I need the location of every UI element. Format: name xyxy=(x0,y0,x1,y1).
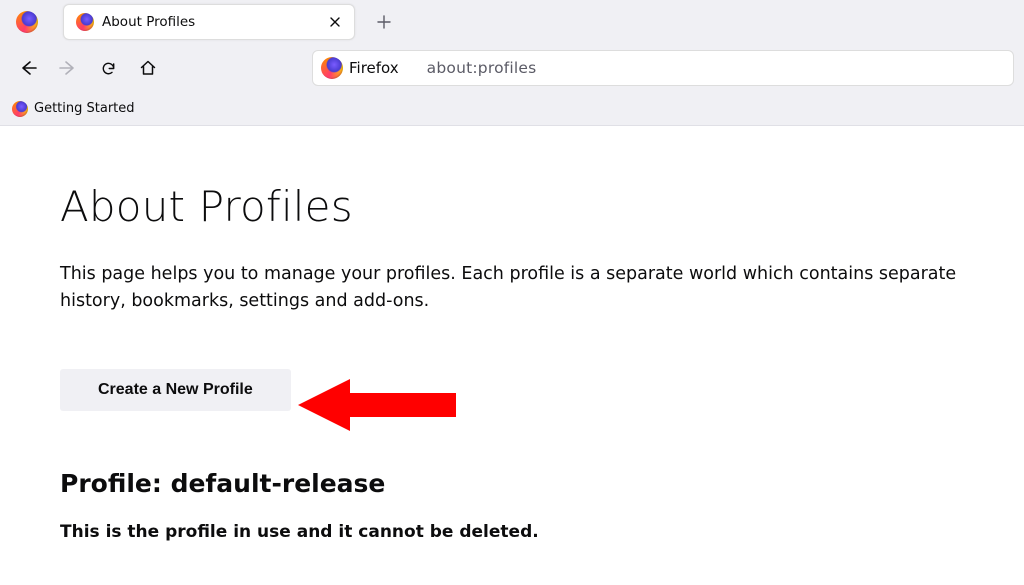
nav-home-button[interactable] xyxy=(130,50,166,86)
nav-reload-button[interactable] xyxy=(90,50,126,86)
browser-tab[interactable]: About Profiles xyxy=(63,4,355,40)
profile-heading: Profile: default-release xyxy=(60,469,1024,498)
url-text: about:profiles xyxy=(427,59,537,77)
firefox-app-icon xyxy=(11,11,43,33)
bookmarks-toolbar: Getting Started xyxy=(0,92,1024,126)
bookmark-getting-started[interactable]: Getting Started xyxy=(12,101,135,117)
tab-strip: About Profiles xyxy=(0,0,1024,44)
navigation-toolbar: Firefox about:profiles xyxy=(0,44,1024,92)
new-tab-button[interactable] xyxy=(369,7,399,37)
identity-label: Firefox xyxy=(349,59,403,77)
nav-forward-button xyxy=(50,50,86,86)
page-content: About Profiles This page helps you to ma… xyxy=(0,126,1024,542)
nav-back-button[interactable] xyxy=(10,50,46,86)
page-title: About Profiles xyxy=(60,182,1024,231)
tab-title: About Profiles xyxy=(102,14,326,30)
url-bar[interactable]: Firefox about:profiles xyxy=(312,50,1014,86)
bookmark-label: Getting Started xyxy=(34,101,135,116)
tab-favicon-firefox-icon xyxy=(76,13,94,31)
profile-in-use-text: This is the profile in use and it cannot… xyxy=(60,522,1024,542)
create-new-profile-button[interactable]: Create a New Profile xyxy=(60,369,291,411)
tab-close-icon[interactable] xyxy=(326,13,344,31)
identity-firefox-icon xyxy=(321,57,343,79)
identity-box[interactable]: Firefox xyxy=(317,55,413,81)
bookmark-favicon-firefox-icon xyxy=(12,101,28,117)
page-description: This page helps you to manage your profi… xyxy=(60,261,1020,315)
